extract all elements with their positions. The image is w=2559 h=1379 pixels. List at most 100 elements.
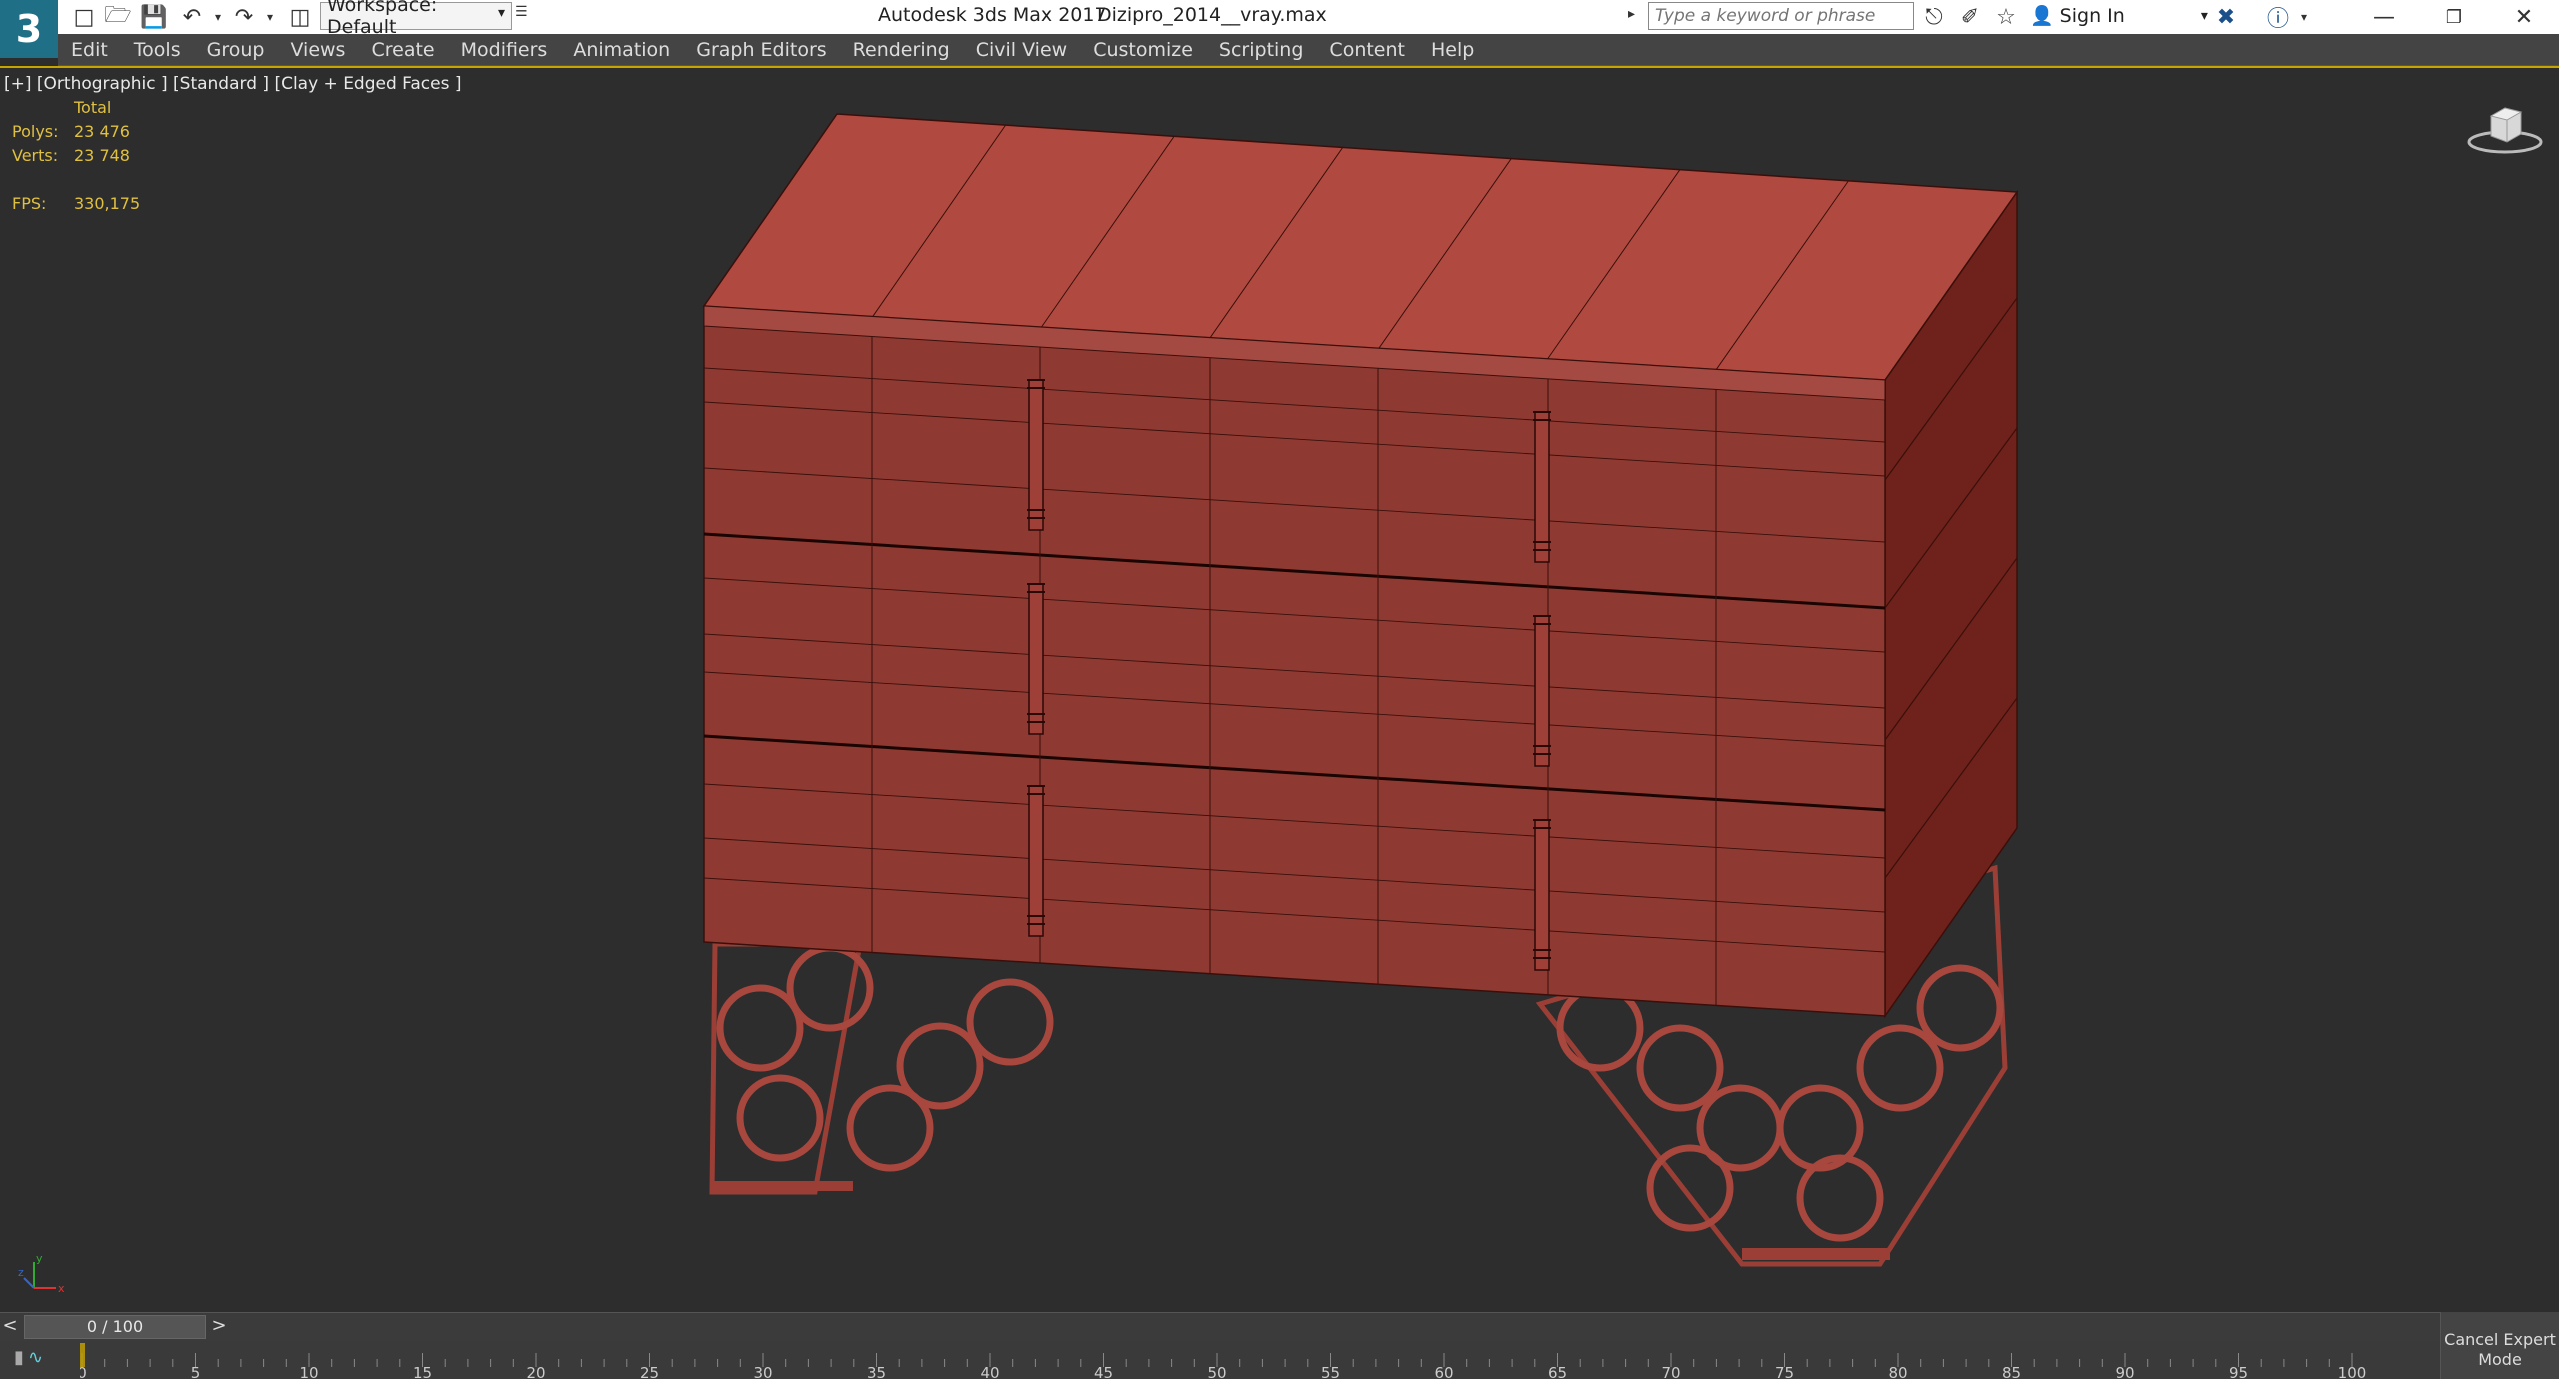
menu-bar: Edit Tools Group Views Create Modifiers Animat… (58, 34, 2559, 66)
ruler-tick-label: 50 (1207, 1364, 1226, 1379)
logo-text: 3 (15, 7, 43, 51)
app-title: Autodesk 3ds Max 2017 (878, 4, 1107, 26)
menu-content[interactable]: Content (1316, 39, 1418, 61)
menu-customize[interactable]: Customize (1080, 39, 1206, 61)
new-file-icon[interactable]: □ (70, 3, 98, 31)
next-frame-button[interactable]: > (204, 1315, 234, 1339)
drawer-handle (1534, 819, 1550, 971)
trackbar[interactable]: ▮ ∿ 0 5 10 15 20 25 30 35 40 45 50 55 60 65 70 75 80 85 90… (0, 1341, 2440, 1379)
ruler-tick-label: 85 (2002, 1364, 2021, 1379)
menu-graph-editors[interactable]: Graph Editors (683, 39, 839, 61)
leg-lattice-ring (846, 1084, 934, 1172)
menu-views[interactable]: Views (277, 39, 358, 61)
sign-in-button[interactable]: 👤 Sign In ▾ (2030, 4, 2208, 28)
undo-dropdown-icon[interactable]: ▾ (204, 3, 232, 31)
cancel-expert-mode-button[interactable]: Cancel Expert Mode (2440, 1312, 2559, 1379)
verts-label: Verts: (12, 146, 59, 165)
drawer-handle (1028, 785, 1044, 937)
ruler-tick-label: 30 (753, 1364, 772, 1379)
save-icon[interactable]: 💾 (140, 3, 168, 31)
current-frame-marker (80, 1343, 85, 1367)
stats-header: Total (74, 98, 112, 117)
project-folder-icon[interactable]: ◫ (286, 3, 314, 31)
menu-group[interactable]: Group (194, 39, 278, 61)
chevron-down-icon: ▾ (497, 5, 505, 21)
ruler-tick-label: 55 (1321, 1364, 1340, 1379)
menu-animation[interactable]: Animation (560, 39, 683, 61)
drawer-handle (1534, 615, 1550, 767)
polys-label: Polys: (12, 122, 59, 141)
undo-icon[interactable]: ↶ (178, 3, 206, 31)
star-icon[interactable]: ☆ (1992, 3, 2020, 31)
app-logo-button[interactable]: 3 (0, 0, 58, 58)
prev-frame-button[interactable]: < (0, 1315, 20, 1339)
workspace-label: Workspace: Default (327, 0, 438, 38)
menu-scripting[interactable]: Scripting (1206, 39, 1317, 61)
ruler-tick-label: 95 (2229, 1364, 2248, 1379)
exchange-apps-icon[interactable]: ✖ (2212, 3, 2240, 31)
open-folder-icon[interactable]: 🗁 (104, 3, 132, 31)
menu-help[interactable]: Help (1418, 39, 1487, 61)
redo-icon[interactable]: ↷ (230, 3, 258, 31)
leg-lattice-ring (1856, 1024, 1944, 1112)
search-expand-icon[interactable]: ▸ (1628, 6, 1635, 22)
leg-lattice-ring (1916, 964, 2004, 1052)
key-mode-icon[interactable]: ▮ (14, 1347, 24, 1368)
binoculars-icon[interactable]: ⎋ (1920, 3, 1948, 31)
ruler-tick-label: 70 (1661, 1364, 1680, 1379)
drawer-handle (1028, 379, 1044, 531)
time-slider[interactable]: < 0 / 100 > (0, 1312, 2440, 1341)
scene-model (702, 113, 2019, 1267)
curve-editor-icon[interactable]: ∿ (28, 1347, 43, 1368)
leg-lattice-ring (786, 944, 874, 1032)
viewport[interactable]: [+] [Orthographic ] [Standard ] [Clay + … (0, 66, 2559, 1312)
menu-modifiers[interactable]: Modifiers (448, 39, 561, 61)
search-input[interactable] (1648, 2, 1914, 30)
close-button[interactable]: ✕ (2489, 0, 2559, 34)
sign-in-label: Sign In (2059, 4, 2125, 27)
leg-lattice-ring (1636, 1024, 1724, 1112)
redo-dropdown-icon[interactable]: ▾ (256, 3, 284, 31)
ruler-tick-label: 80 (1888, 1364, 1907, 1379)
axis-y-label: y (36, 1252, 43, 1265)
ruler-tick-label: 65 (1548, 1364, 1567, 1379)
menu-rendering[interactable]: Rendering (840, 39, 963, 61)
leg-lattice-ring (1796, 1154, 1884, 1242)
ruler-tick-label: 40 (980, 1364, 999, 1379)
title-bar: 3 □ 🗁 💾 ↶ ▾ ↷ ▾ ◫ Workspace: Default ▾ ☰… (0, 0, 2559, 58)
menu-civil-view[interactable]: Civil View (963, 39, 1080, 61)
ruler-tick-label: 10 (299, 1364, 318, 1379)
help-dropdown-icon[interactable]: ▾ (2290, 3, 2318, 31)
help-icon[interactable]: ⓘ (2264, 3, 2292, 32)
menu-edit[interactable]: Edit (58, 39, 121, 61)
ruler-tick-label: 100 (2338, 1364, 2367, 1379)
left-leg-base (713, 1181, 853, 1191)
user-icon: 👤 (2030, 5, 2054, 27)
minimize-button[interactable]: — (2349, 0, 2419, 34)
time-slider-thumb[interactable]: 0 / 100 (24, 1315, 206, 1339)
frame-ruler[interactable]: 0 5 10 15 20 25 30 35 40 45 50 55 60 65 70 75 80 85 90 95 10… (80, 1341, 2370, 1379)
ruler-tick-label: 25 (640, 1364, 659, 1379)
polys-value: 23 476 (74, 122, 130, 141)
fps-label: FPS: (12, 194, 47, 213)
verts-value: 23 748 (74, 146, 130, 165)
ruler-tick-label: 20 (526, 1364, 545, 1379)
stats-overlay: Total Polys: 23 476 Verts: 23 748 FPS: 330,… (12, 96, 140, 216)
menu-create[interactable]: Create (358, 39, 447, 61)
fps-value: 330,175 (74, 194, 141, 213)
ruler-tick-label: 75 (1775, 1364, 1794, 1379)
ruler-tick-label: 35 (867, 1364, 886, 1379)
ruler-tick-label: 90 (2115, 1364, 2134, 1379)
viewport-label[interactable]: [+] [Orthographic ] [Standard ] [Clay + … (4, 74, 462, 94)
axis-x-label: x (58, 1282, 64, 1295)
viewcube-icon[interactable] (2465, 98, 2545, 158)
subscription-icon[interactable]: ✐ (1956, 3, 1984, 31)
restore-button[interactable]: ❐ (2419, 0, 2489, 34)
axis-z-label: z (18, 1266, 24, 1279)
leg-lattice-ring (966, 978, 1054, 1066)
workspace-dropdown[interactable]: Workspace: Default ▾ (320, 0, 512, 38)
menu-tools[interactable]: Tools (121, 39, 194, 61)
quick-access-more-icon[interactable]: ☰ (515, 4, 533, 30)
ruler-tick-label: 5 (191, 1364, 201, 1379)
chevron-down-icon: ▾ (2200, 7, 2208, 24)
